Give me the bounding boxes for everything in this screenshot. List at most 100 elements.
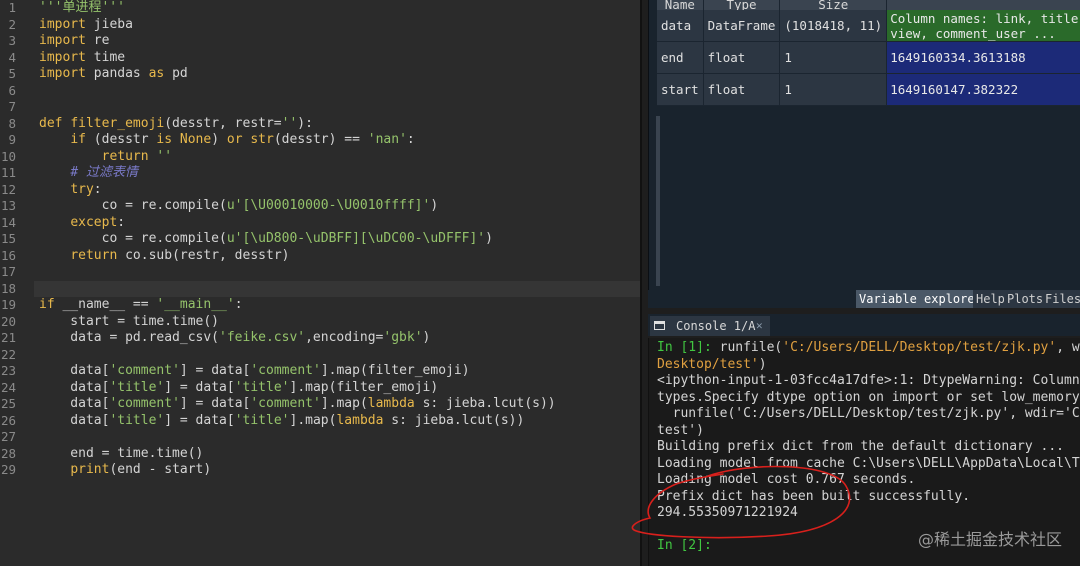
- variable-value: 1649160334.3613188: [886, 41, 1080, 74]
- console-line: types.Specify dtype option on import or …: [657, 389, 1080, 405]
- code-line[interactable]: 22: [1, 347, 640, 364]
- console-line: Desktop/test'): [657, 356, 767, 372]
- code-line[interactable]: 10 return '': [1, 149, 640, 166]
- console-line: test'): [657, 422, 704, 438]
- code-line[interactable]: 19 if __name__ == '__main__':: [1, 297, 640, 314]
- variable-row[interactable]: end float 1 1649160334.3613188: [657, 41, 1080, 74]
- code-line[interactable]: 1 '''单进程''': [8, 0, 640, 17]
- scrollbar[interactable]: [656, 116, 660, 286]
- line-number: 15: [0, 231, 16, 246]
- code-line[interactable]: 6: [8, 83, 640, 100]
- tab-plots[interactable]: Plots: [1004, 290, 1047, 308]
- code-line[interactable]: 9 if (desstr is None) or str(desstr) == …: [8, 132, 640, 149]
- code-text: return co.sub(restr, desstr): [70, 247, 290, 263]
- variable-name: start: [657, 73, 704, 106]
- code-text: data['title'] = data['title'].map(lambda…: [39, 412, 525, 428]
- column-header-type[interactable]: Type: [703, 0, 781, 10]
- variable-size: (1018418, 11): [779, 10, 888, 42]
- console-line: 294.55350971221924: [657, 505, 798, 520]
- column-header-name[interactable]: Name: [657, 0, 704, 10]
- console-line: Building prefix dict from the default di…: [657, 439, 1064, 454]
- line-number: 21: [0, 330, 16, 345]
- line-number: 2: [8, 16, 16, 32]
- code-line[interactable]: 11 # 过滤表情: [1, 165, 640, 182]
- code-text: # 过滤表情: [70, 165, 138, 180]
- line-number: 26: [0, 412, 16, 428]
- console-line: In [2]:: [657, 538, 712, 553]
- code-line[interactable]: 18: [1, 280, 640, 297]
- line-number: 14: [0, 214, 16, 230]
- line-number: 20: [0, 313, 16, 329]
- line-number: 23: [0, 363, 16, 378]
- code-text: import pandas as pd: [39, 66, 188, 81]
- code-text: print(end - start): [70, 462, 212, 477]
- line-number: 24: [0, 379, 16, 395]
- line-number: 6: [8, 82, 16, 98]
- code-line[interactable]: 14 except:: [1, 215, 640, 232]
- variable-table-header: Name Type Size Va: [657, 0, 1080, 10]
- code-line[interactable]: 20 start = time.time(): [1, 314, 640, 331]
- code-line[interactable]: 27: [1, 429, 640, 446]
- code-line[interactable]: 2 import jieba: [8, 16, 640, 34]
- code-line[interactable]: 29 print(end - start): [1, 462, 640, 479]
- code-text: '''单进程''': [39, 0, 125, 15]
- line-number: 9: [8, 132, 16, 147]
- close-icon[interactable]: ✕: [756, 316, 763, 336]
- code-line[interactable]: 26 data['title'] = data['title'].map(lam…: [1, 412, 640, 430]
- code-line[interactable]: 5 import pandas as pd: [8, 66, 640, 83]
- code-line[interactable]: 4 import time: [8, 49, 640, 67]
- column-header-value[interactable]: Va: [886, 0, 1080, 10]
- code-line[interactable]: 25 data['comment'] = data['comment'].map…: [1, 396, 640, 413]
- pane-tab-bar: Variable explorer Help Plots Files: [648, 290, 1080, 308]
- line-number: 18: [0, 280, 16, 296]
- code-area[interactable]: 1 '''单进程''' 2 import jieba 3 import re 4 import…: [1, 0, 640, 479]
- code-line[interactable]: 15 co = re.compile(u'[\uD800-\uDBFF][\uD…: [1, 231, 640, 248]
- code-line[interactable]: 16 return co.sub(restr, desstr): [1, 247, 640, 265]
- line-number: 25: [0, 396, 16, 411]
- code-editor[interactable]: 1 '''单进程''' 2 import jieba 3 import re 4 import…: [0, 0, 642, 566]
- code-line[interactable]: 24 data['title'] = data['title'].map(fil…: [1, 379, 640, 397]
- code-line[interactable]: 23 data['comment'] = data['comment'].map…: [1, 363, 640, 380]
- code-line[interactable]: 8 def filter_emoji(desstr, restr=''):: [8, 116, 640, 133]
- code-text: if (desstr is None) or str(desstr) == 'n…: [70, 132, 415, 147]
- code-text: end = time.time(): [39, 445, 204, 461]
- code-line[interactable]: 7: [8, 99, 640, 116]
- code-text: data['comment'] = data['comment'].map(fi…: [39, 363, 470, 378]
- line-number: 11: [0, 165, 16, 180]
- variable-value: Column names: link, title, a view, comme…: [886, 10, 1080, 42]
- code-text: data = pd.read_csv('feike.csv',encoding=…: [39, 330, 431, 345]
- code-line[interactable]: 12 try:: [1, 182, 640, 199]
- line-number: 19: [0, 297, 16, 312]
- code-text: data['comment'] = data['comment'].map(la…: [39, 396, 556, 411]
- code-text: import jieba: [39, 16, 133, 32]
- variable-row[interactable]: data DataFrame (1018418, 11) Column names: …: [657, 10, 1080, 42]
- code-text: import time: [39, 49, 126, 65]
- tab-help[interactable]: Help: [973, 290, 1008, 308]
- code-line[interactable]: 28 end = time.time(): [1, 445, 640, 463]
- code-line[interactable]: 17: [1, 264, 640, 281]
- tab-files[interactable]: Files: [1042, 290, 1080, 308]
- console-line: Prefix dict has been built successfully.: [657, 488, 971, 504]
- column-header-size[interactable]: Size: [779, 0, 888, 10]
- code-line[interactable]: 3 import re: [8, 33, 640, 50]
- code-line[interactable]: 21 data = pd.read_csv('feike.csv',encodi…: [1, 330, 640, 347]
- watermark: @稀土掘金技术社区: [917, 530, 1062, 549]
- variable-type: float: [703, 73, 781, 106]
- line-number: 28: [0, 445, 16, 461]
- line-number: 22: [0, 346, 16, 362]
- variable-size: 1: [779, 73, 888, 106]
- code-text: co = re.compile(u'[\U00010000-\U0010ffff…: [39, 198, 439, 213]
- code-line[interactable]: 13 co = re.compile(u'[\U00010000-\U0010f…: [1, 198, 640, 215]
- variable-explorer-pane: Name Type Size Va dataDataFrame(1018418,…: [648, 0, 1080, 290]
- variable-row[interactable]: start float 1 1649160147.382322: [657, 73, 1080, 106]
- code-text: if __name__ == '__main__':: [39, 297, 243, 312]
- line-number: 12: [0, 181, 16, 197]
- line-number: 27: [0, 429, 16, 444]
- console-tab[interactable]: Console 1/A ✕: [650, 316, 770, 336]
- code-text: data['title'] = data['title'].map(filter…: [39, 379, 439, 395]
- tab-variable-explorer[interactable]: Variable explorer: [856, 290, 985, 308]
